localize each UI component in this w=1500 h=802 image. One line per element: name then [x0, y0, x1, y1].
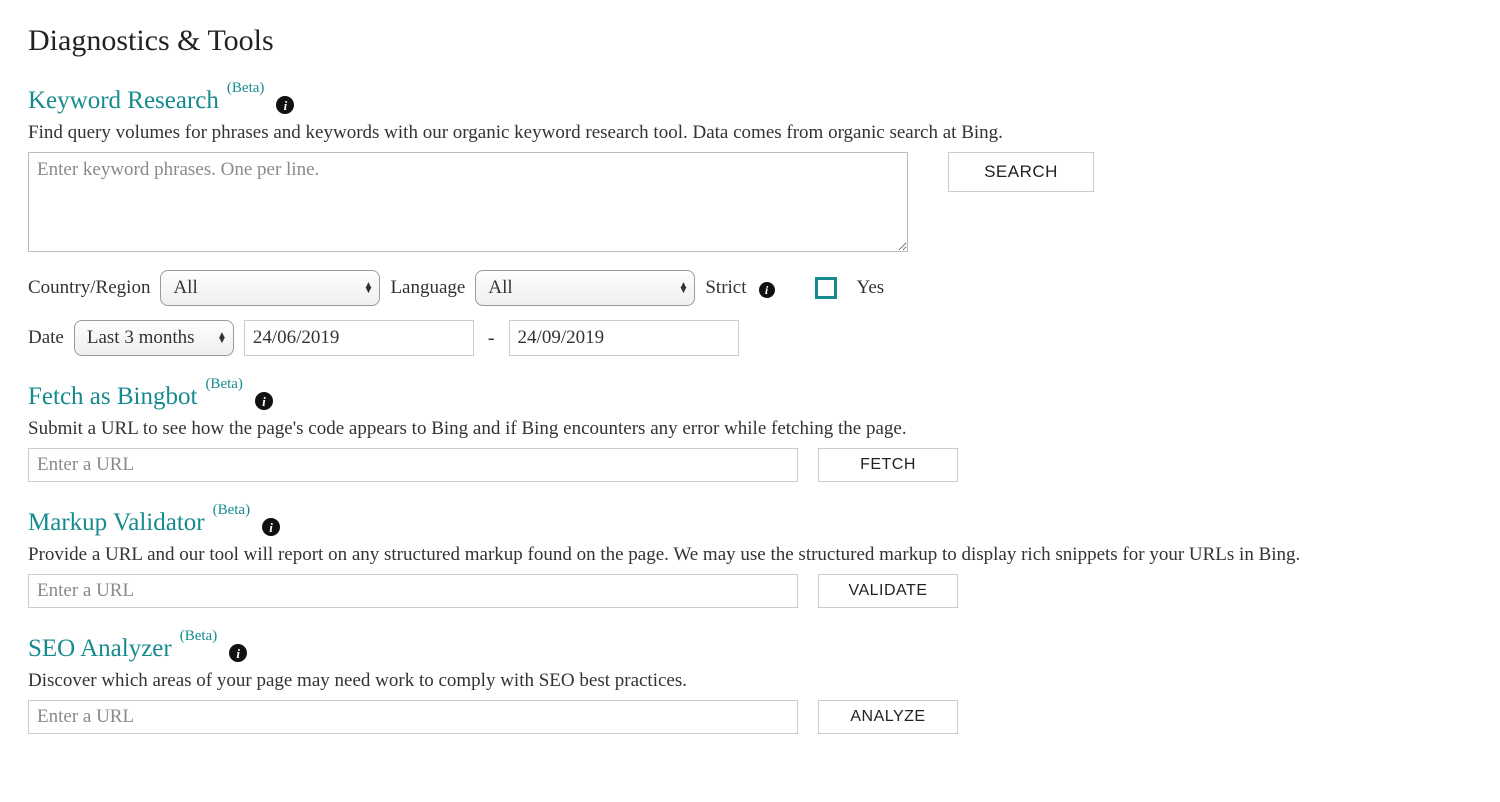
stepper-icon: ▲▼	[217, 333, 227, 343]
beta-tag: (Beta)	[180, 628, 217, 645]
date-to-input[interactable]	[509, 320, 739, 356]
info-icon[interactable]: i	[759, 282, 775, 298]
stepper-icon: ▲▼	[364, 283, 374, 293]
date-range-value: Last 3 months	[87, 327, 195, 349]
keyword-input[interactable]	[28, 152, 908, 252]
date-dash: -	[484, 327, 499, 350]
beta-tag: (Beta)	[205, 376, 242, 393]
fetch-bingbot-section: Fetch as Bingbot (Beta) i Submit a URL t…	[28, 382, 1472, 482]
markup-validator-title[interactable]: Markup Validator	[28, 508, 205, 538]
country-select[interactable]: All ▲▼	[160, 270, 380, 306]
language-select[interactable]: All ▲▼	[475, 270, 695, 306]
markup-validator-desc: Provide a URL and our tool will report o…	[28, 544, 1472, 566]
page-title: Diagnostics & Tools	[28, 24, 1472, 58]
search-button[interactable]: SEARCH	[948, 152, 1094, 192]
language-label: Language	[390, 277, 465, 299]
date-range-select[interactable]: Last 3 months ▲▼	[74, 320, 234, 356]
info-icon[interactable]: i	[255, 392, 273, 410]
language-value: All	[488, 277, 512, 299]
info-icon[interactable]: i	[229, 644, 247, 662]
country-value: All	[173, 277, 197, 299]
fetch-bingbot-title[interactable]: Fetch as Bingbot	[28, 382, 197, 412]
fetch-bingbot-desc: Submit a URL to see how the page's code …	[28, 418, 1472, 440]
beta-tag: (Beta)	[213, 502, 250, 519]
validate-button[interactable]: VALIDATE	[818, 574, 958, 608]
seo-analyzer-section: SEO Analyzer (Beta) i Discover which are…	[28, 634, 1472, 734]
analyze-button[interactable]: ANALYZE	[818, 700, 958, 734]
strict-checkbox[interactable]	[815, 277, 837, 299]
info-icon[interactable]: i	[262, 518, 280, 536]
markup-validator-section: Markup Validator (Beta) i Provide a URL …	[28, 508, 1472, 608]
strict-label: Strict	[705, 277, 746, 299]
fetch-button[interactable]: FETCH	[818, 448, 958, 482]
seo-analyzer-desc: Discover which areas of your page may ne…	[28, 670, 1472, 692]
validate-url-input[interactable]	[28, 574, 798, 608]
country-label: Country/Region	[28, 277, 150, 299]
keyword-research-section: Keyword Research (Beta) i Find query vol…	[28, 86, 1472, 356]
keyword-research-desc: Find query volumes for phrases and keywo…	[28, 122, 1472, 144]
keyword-research-title[interactable]: Keyword Research	[28, 86, 219, 116]
date-from-input[interactable]	[244, 320, 474, 356]
date-label: Date	[28, 327, 64, 349]
stepper-icon: ▲▼	[678, 283, 688, 293]
yes-label: Yes	[857, 277, 885, 299]
seo-analyzer-title[interactable]: SEO Analyzer	[28, 634, 172, 664]
beta-tag: (Beta)	[227, 80, 264, 97]
analyze-url-input[interactable]	[28, 700, 798, 734]
info-icon[interactable]: i	[276, 96, 294, 114]
fetch-url-input[interactable]	[28, 448, 798, 482]
